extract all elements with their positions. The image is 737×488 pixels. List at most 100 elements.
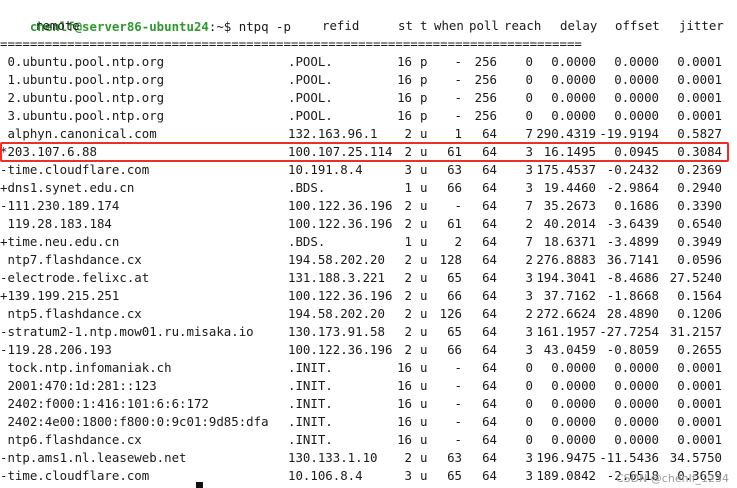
cell-st: 2	[404, 306, 412, 321]
table-row: -119.28.206.193 100.122.36.196 2 u 66 64 3 43.0…	[0, 341, 737, 359]
cell-offset: 0.0000	[614, 108, 659, 123]
cell-delay: 0.0000	[551, 108, 596, 123]
header-t: t	[420, 18, 428, 33]
cell-jitter: 0.0001	[677, 54, 722, 69]
cell-delay: 0.0000	[551, 360, 596, 375]
cell-refid: 131.188.3.221	[288, 270, 385, 285]
cell-refid: .POOL.	[288, 90, 333, 105]
cell-poll: 256	[474, 54, 497, 69]
cell-t: u	[420, 288, 428, 303]
cell-reach: 7	[525, 198, 533, 213]
cell-refid: 132.163.96.1	[288, 126, 378, 141]
cell-reach: 3	[525, 342, 533, 357]
cell-jitter: 0.0001	[677, 414, 722, 429]
cell-jitter: 0.0001	[677, 360, 722, 375]
cell-when: -	[454, 360, 462, 375]
table-row: ntp6.flashdance.cx .INIT. 16 u - 64 0 0.0000 0.0…	[0, 431, 737, 449]
cell-poll: 64	[482, 306, 497, 321]
cell-poll: 64	[482, 396, 497, 411]
cell-offset: 0.0000	[614, 90, 659, 105]
cell-reach: 3	[525, 180, 533, 195]
cell-jitter: 31.2157	[669, 324, 722, 339]
cell-reach: 0	[525, 432, 533, 447]
cell-remote: 2001:470:1d:281::123	[0, 378, 157, 393]
cell-reach: 2	[525, 252, 533, 267]
cell-reach: 3	[525, 162, 533, 177]
table-row: alphyn.canonical.com 132.163.96.1 2 u 1 64 7 29…	[0, 125, 737, 143]
header-when: when	[434, 18, 464, 33]
cell-poll: 64	[482, 468, 497, 483]
cell-delay: 0.0000	[551, 414, 596, 429]
cell-refid: .BDS.	[288, 234, 326, 249]
cell-t: u	[420, 234, 428, 249]
cell-st: 16	[397, 360, 412, 375]
cell-st: 16	[397, 108, 412, 123]
cell-poll: 256	[474, 72, 497, 87]
cell-poll: 64	[482, 162, 497, 177]
cell-delay: 0.0000	[551, 54, 596, 69]
cell-when: -	[454, 198, 462, 213]
cell-offset: 0.1686	[614, 198, 659, 213]
cell-t: p	[420, 108, 428, 123]
cell-jitter: 0.2940	[677, 180, 722, 195]
cell-st: 2	[404, 450, 412, 465]
cell-refid: 100.122.36.196	[288, 288, 393, 303]
cell-when: -	[454, 90, 462, 105]
cell-refid: 130.173.91.58	[288, 324, 385, 339]
cell-delay: 272.6624	[536, 306, 596, 321]
cell-st: 16	[397, 414, 412, 429]
cell-offset: -1.8668	[606, 288, 659, 303]
cell-poll: 64	[482, 450, 497, 465]
cell-offset: 36.7141	[606, 252, 659, 267]
cell-refid: 130.133.1.10	[288, 450, 378, 465]
cell-delay: 43.0459	[543, 342, 596, 357]
watermark: CSDN @chenlf_1234	[615, 472, 729, 485]
cell-remote: -119.28.206.193	[0, 342, 112, 357]
cell-t: u	[420, 432, 428, 447]
cell-delay: 161.1957	[536, 324, 596, 339]
header-poll: poll	[469, 18, 499, 33]
cell-poll: 256	[474, 108, 497, 123]
cell-delay: 0.0000	[551, 90, 596, 105]
table-row: 2402:4e00:1800:f800:0:9c01:9d85:dfa .INIT…	[0, 413, 737, 431]
cell-reach: 3	[525, 468, 533, 483]
cell-remote: 1.ubuntu.pool.ntp.org	[0, 72, 165, 87]
text-cursor	[196, 482, 203, 488]
terminal-window[interactable]: chenlf@server86-ubuntu24:~$ ntpq -p remo…	[0, 0, 737, 488]
cell-t: u	[420, 378, 428, 393]
cell-jitter: 0.1206	[677, 306, 722, 321]
cell-st: 1	[404, 234, 412, 249]
cell-st: 2	[404, 288, 412, 303]
cell-t: u	[420, 342, 428, 357]
cell-offset: 0.0000	[614, 54, 659, 69]
cell-when: 65	[447, 468, 462, 483]
cell-st: 2	[404, 252, 412, 267]
cell-delay: 40.2014	[543, 216, 596, 231]
separator-line: ========================================…	[0, 35, 737, 53]
cell-offset: -19.9194	[599, 126, 659, 141]
cell-remote: -time.cloudflare.com	[0, 162, 150, 177]
cell-refid: 194.58.202.20	[288, 306, 385, 321]
cell-t: p	[420, 72, 428, 87]
cell-offset: -27.7254	[599, 324, 659, 339]
cell-reach: 2	[525, 306, 533, 321]
table-row: 2402:f000:1:416:101:6:6:172 .INIT. 16 u - 64 0…	[0, 395, 737, 413]
table-row: 1.ubuntu.pool.ntp.org .POOL. 16 p -256 0 0.000…	[0, 71, 737, 89]
cell-st: 16	[397, 90, 412, 105]
cell-when: 66	[447, 342, 462, 357]
cell-remote: 0.ubuntu.pool.ntp.org	[0, 54, 165, 69]
cell-delay: 189.0842	[536, 468, 596, 483]
separator: ========================================…	[0, 36, 582, 51]
cell-t: u	[420, 468, 428, 483]
cell-remote: ntp6.flashdance.cx	[0, 432, 142, 447]
cell-jitter: 27.5240	[669, 270, 722, 285]
cell-offset: 0.0000	[614, 432, 659, 447]
cell-delay: 0.0000	[551, 396, 596, 411]
cell-delay: 196.9475	[536, 450, 596, 465]
cell-when: -	[454, 72, 462, 87]
cell-jitter: 0.0001	[677, 396, 722, 411]
cell-refid: 10.191.8.4	[288, 162, 363, 177]
table-header: remote refid st t when poll reach delay …	[0, 17, 737, 35]
cell-remote: 2402:f000:1:416:101:6:6:172	[0, 396, 209, 411]
cell-st: 1	[404, 180, 412, 195]
